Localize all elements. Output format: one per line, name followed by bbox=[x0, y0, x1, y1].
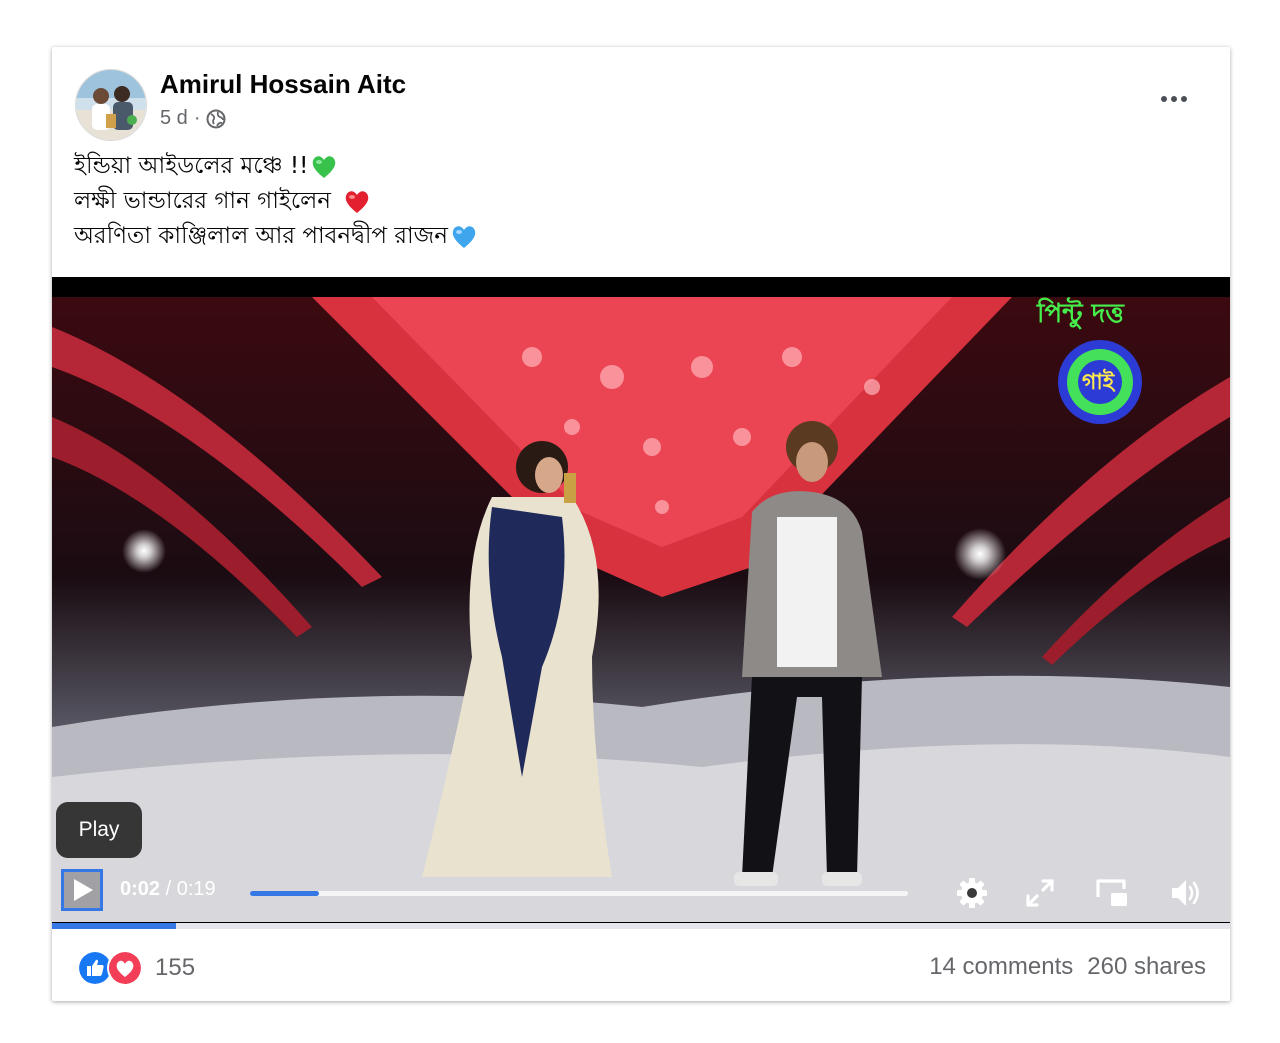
play-icon bbox=[74, 879, 93, 901]
post-card: Amirul Hossain Aitc 5 d · ইন্ডিয়া আইডলে… bbox=[52, 47, 1230, 1001]
volume-icon[interactable] bbox=[1168, 875, 1204, 911]
reaction-count: 155 bbox=[155, 954, 196, 981]
play-tooltip: Play bbox=[56, 802, 142, 858]
play-button[interactable] bbox=[61, 869, 103, 911]
settings-gear-icon[interactable] bbox=[954, 875, 990, 911]
logo-text: গাই bbox=[1082, 370, 1115, 395]
author-name[interactable]: Amirul Hossain Aitc bbox=[160, 69, 406, 100]
more-options-icon[interactable] bbox=[1154, 85, 1194, 113]
reactions-summary[interactable]: 155 bbox=[77, 950, 195, 986]
caption-text-3: অরণিতা কাঞ্জিলাল আর পাবনদ্বীপ রাজন bbox=[74, 223, 448, 249]
fullscreen-icon[interactable] bbox=[1022, 875, 1058, 911]
post-stats: 14 comments 260 shares bbox=[929, 953, 1206, 981]
post-footer: 155 14 comments 260 shares bbox=[52, 929, 1230, 1001]
blue-heart-icon bbox=[452, 225, 476, 248]
video-frame bbox=[52, 297, 1230, 922]
picture-in-picture-icon[interactable] bbox=[1094, 875, 1130, 911]
caption-text-1: ইন্ডিয়া আইডলের মঞ্চে !! bbox=[74, 153, 309, 179]
globe-icon bbox=[206, 109, 226, 128]
caption-text-2: লক্ষী ভান্ডারের গান গাইলেন bbox=[74, 188, 331, 214]
caption-line: অরণিতা কাঞ্জিলাল আর পাবনদ্বীপ রাজন bbox=[74, 219, 478, 254]
comments-count[interactable]: 14 comments bbox=[929, 953, 1073, 981]
watermark-text: পিন্টু দত্ত bbox=[1037, 299, 1124, 329]
caption-line: ইন্ডিয়া আইডলের মঞ্চে !! bbox=[74, 149, 478, 184]
duration: 0:19 bbox=[176, 878, 216, 900]
post-header: Amirul Hossain Aitc 5 d · bbox=[52, 47, 1230, 147]
video-player[interactable]: পিন্টু দত্ত গাই Play 0:02 / 0:19 bbox=[52, 277, 1230, 927]
scrubber-fill bbox=[250, 891, 320, 896]
video-scrubber[interactable] bbox=[250, 891, 908, 896]
current-time: 0:02 bbox=[120, 878, 161, 900]
meta-separator: · bbox=[193, 107, 201, 129]
post-meta: 5 d · bbox=[160, 107, 226, 130]
shares-count[interactable]: 260 shares bbox=[1087, 953, 1206, 981]
time-separator: / bbox=[160, 878, 177, 900]
love-reaction-icon bbox=[107, 950, 143, 986]
green-heart-icon bbox=[313, 155, 336, 178]
red-heart-icon bbox=[345, 190, 369, 213]
video-controls: 0:02 / 0:19 bbox=[52, 865, 1230, 913]
avatar[interactable] bbox=[75, 69, 147, 141]
caption-line: লক্ষী ভান্ডারের গান গাইলেন bbox=[74, 184, 478, 219]
post-caption: ইন্ডিয়া আইডলের মঞ্চে !! লক্ষী ভান্ডারের… bbox=[74, 149, 478, 254]
post-time[interactable]: 5 d bbox=[160, 107, 188, 130]
video-time: 0:02 / 0:19 bbox=[120, 878, 216, 901]
